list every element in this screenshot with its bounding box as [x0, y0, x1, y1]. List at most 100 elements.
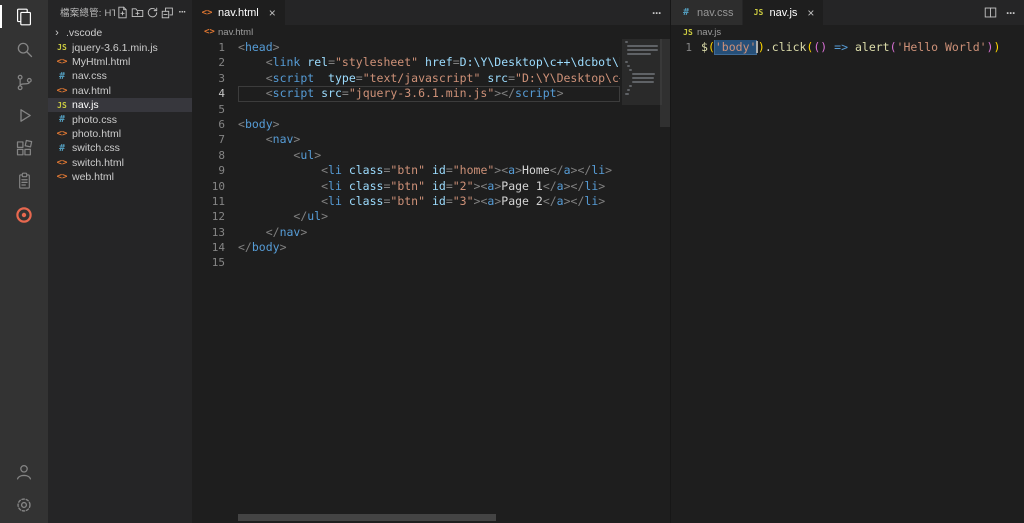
horizontal-scrollbar[interactable] — [238, 514, 658, 521]
css-file-icon: # — [58, 70, 66, 82]
extensions-icon[interactable] — [0, 132, 48, 165]
html-file-icon: <> — [204, 27, 215, 37]
vertical-scrollbar[interactable] — [660, 39, 670, 523]
explorer-icon[interactable] — [0, 0, 48, 33]
line-number: 11 — [211, 194, 225, 208]
testing-icon[interactable] — [0, 165, 48, 198]
line-content: <li class="btn" id="home"><a>Home</a></l… — [321, 163, 613, 178]
refresh-icon[interactable] — [145, 4, 159, 20]
editor-group-right: # nav.css JS nav.js × ··· JS nav.js 1 $('… — [670, 0, 1024, 523]
code-line-6[interactable]: 6 <body> — [192, 117, 670, 132]
js-file-icon: JS — [57, 100, 67, 110]
editor-right[interactable]: 1 $('body').click(() => alert('Hello Worl… — [671, 39, 1024, 523]
file-item-photo.css[interactable]: # photo.css — [48, 112, 192, 126]
code-line-3[interactable]: 3 <script type="text/javascript" src="D:… — [192, 71, 670, 86]
code-line-1[interactable]: 1 $('body').click(() => alert('Hello Worl… — [671, 40, 1024, 55]
html-file-icon: <> — [201, 7, 213, 18]
explorer-sidebar: 檔案總管: HTML ··· › .vscode JS jquery-3.6.1.mi… — [48, 0, 192, 523]
new-file-icon[interactable] — [115, 4, 129, 20]
tab-nav-css[interactable]: # nav.css — [671, 0, 744, 25]
code-line-5[interactable]: 5 — [192, 102, 670, 117]
code-line-1[interactable]: 1 <head> — [192, 40, 670, 55]
line-number: 8 — [218, 148, 225, 162]
file-label: .vscode — [66, 27, 103, 40]
code-line-2[interactable]: 2 <link rel="stylesheet" href=D:\Y\Deskt… — [192, 55, 670, 70]
breadcrumb-right[interactable]: JS nav.js — [671, 25, 1024, 39]
file-item-.vscode[interactable]: › .vscode — [48, 26, 192, 40]
code-line-11[interactable]: 11 <li class="btn" id="3"><a>Page 2</a><… — [192, 194, 670, 209]
new-folder-icon[interactable] — [130, 4, 144, 20]
vertical-scrollbar-thumb[interactable] — [660, 39, 670, 127]
code-line-14[interactable]: 14 </body> — [192, 240, 670, 255]
line-content: <script src="jquery-3.6.1.min.js"></scri… — [238, 86, 620, 101]
file-item-web.html[interactable]: <> web.html — [48, 170, 192, 184]
line-content — [238, 255, 620, 270]
code-line-12[interactable]: 12 </ul> — [192, 209, 670, 224]
file-label: photo.css — [72, 113, 117, 126]
browser-preview-icon[interactable] — [0, 198, 48, 231]
code-line-7[interactable]: 7 <nav> — [192, 132, 670, 147]
code-line-13[interactable]: 13 </nav> — [192, 225, 670, 240]
close-tab-icon[interactable]: × — [269, 7, 276, 19]
file-item-MyHtml.html[interactable]: <> MyHtml.html — [48, 55, 192, 69]
accounts-icon[interactable] — [0, 455, 48, 488]
explorer-actions: ··· — [115, 4, 189, 20]
search-icon[interactable] — [0, 33, 48, 66]
line-number: 1 — [685, 41, 692, 54]
file-item-nav.js[interactable]: JS nav.js — [48, 97, 192, 113]
editor-left[interactable]: 1 <head> 2 <link rel="stylesheet" href=D:\… — [192, 39, 670, 523]
tab-nav-html[interactable]: <> nav.html × — [192, 0, 286, 25]
source-control-icon[interactable] — [0, 66, 48, 99]
line-number: 14 — [211, 241, 225, 255]
line-content: <li class="btn" id="3"><a>Page 2</a></li… — [321, 193, 606, 208]
line-number: 12 — [211, 210, 225, 224]
code-line-4[interactable]: 4 <script src="jquery-3.6.1.min.js"></sc… — [192, 86, 670, 101]
tab-label: nav.html — [218, 6, 259, 19]
line-number: 10 — [211, 179, 225, 193]
line-content — [238, 102, 620, 117]
run-and-debug-icon[interactable] — [0, 99, 48, 132]
activity-bar — [0, 0, 48, 523]
line-number: 6 — [218, 117, 225, 131]
file-item-nav.css[interactable]: # nav.css — [48, 69, 192, 83]
minimap[interactable] — [622, 39, 662, 105]
css-file-icon: # — [682, 7, 690, 18]
line-content: $('body').click(() => alert('Hello World… — [701, 40, 1001, 54]
more-icon[interactable]: ··· — [175, 4, 189, 20]
editor-group-left: <> nav.html × ··· <> nav.html 1 <head> 2 <… — [192, 0, 670, 523]
file-label: switch.html — [72, 156, 124, 169]
file-item-photo.html[interactable]: <> photo.html — [48, 127, 192, 141]
file-item-switch.css[interactable]: # switch.css — [48, 141, 192, 155]
file-item-switch.html[interactable]: <> switch.html — [48, 156, 192, 170]
chevron-right-icon: › — [55, 27, 59, 40]
code-line-10[interactable]: 10 <li class="btn" id="2"><a>Page 1</a><… — [192, 179, 670, 194]
explorer-title: 檔案總管: HTML — [60, 8, 115, 19]
line-content: <link rel="stylesheet" href=D:\Y\Desktop… — [265, 55, 620, 70]
code-line-9[interactable]: 9 <li class="btn" id="home"><a>Home</a><… — [192, 163, 670, 178]
file-label: MyHtml.html — [72, 55, 131, 68]
line-content: <head> — [238, 40, 280, 54]
file-item-nav.html[interactable]: <> nav.html — [48, 84, 192, 98]
code-line-8[interactable]: 8 <ul> — [192, 148, 670, 163]
tab-nav-js[interactable]: JS nav.js × — [743, 0, 825, 25]
horizontal-scrollbar-thumb[interactable] — [238, 514, 496, 521]
more-actions-icon[interactable]: ··· — [652, 6, 662, 20]
file-label: nav.css — [72, 70, 107, 83]
split-editor-icon[interactable] — [984, 6, 997, 19]
line-number: 3 — [218, 71, 225, 85]
line-content: </ul> — [293, 209, 329, 224]
html-file-icon: <> — [56, 172, 68, 183]
file-label: photo.html — [72, 127, 122, 140]
line-content: <body> — [238, 116, 280, 131]
manage-icon[interactable] — [0, 488, 48, 521]
line-number: 15 — [211, 256, 225, 270]
file-item-jquery-3.6.1.min.js[interactable]: JS jquery-3.6.1.min.js — [48, 40, 192, 54]
more-actions-icon[interactable]: ··· — [1006, 6, 1016, 20]
collapse-all-icon[interactable] — [160, 4, 174, 20]
css-file-icon: # — [58, 114, 66, 126]
html-file-icon: <> — [56, 128, 68, 139]
close-tab-icon[interactable]: × — [807, 7, 814, 19]
breadcrumb-left[interactable]: <> nav.html — [192, 25, 670, 39]
file-label: jquery-3.6.1.min.js — [72, 41, 158, 54]
code-line-15[interactable]: 15 — [192, 255, 670, 270]
